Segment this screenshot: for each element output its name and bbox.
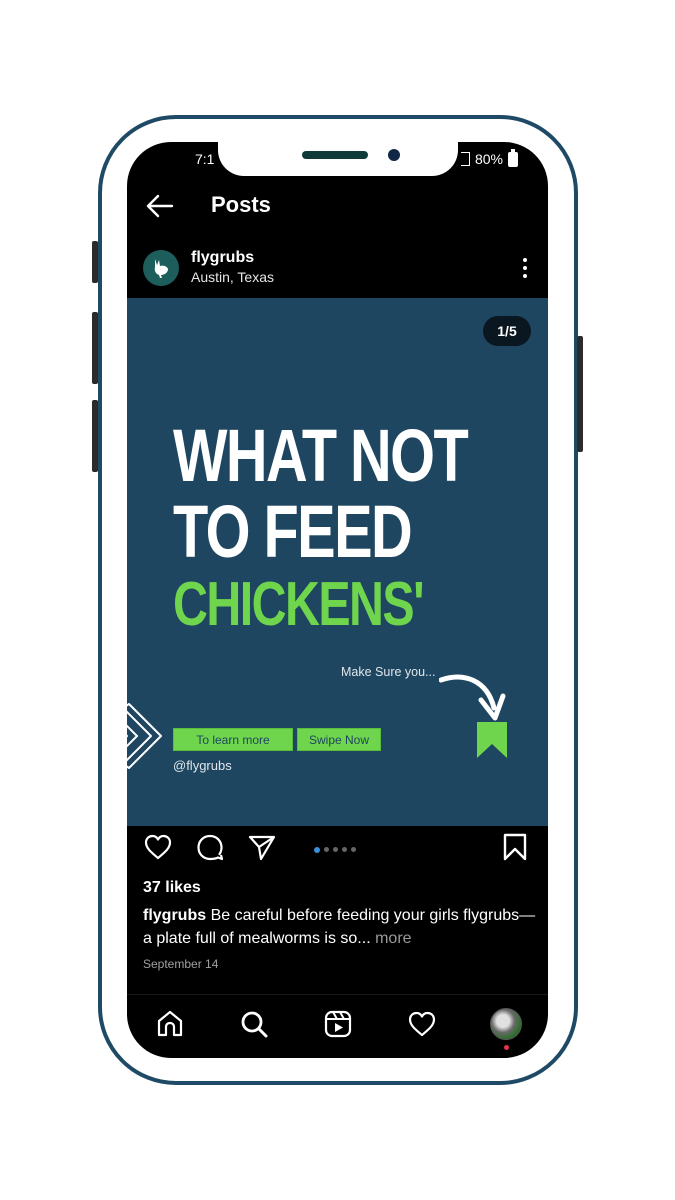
carousel-counter: 1/5 — [483, 316, 531, 346]
caption-username[interactable]: flygrubs — [143, 907, 206, 924]
carousel-dots — [314, 846, 356, 853]
signal-icon — [460, 152, 470, 166]
front-camera — [388, 149, 400, 161]
cta-swipe-now: Swipe Now — [297, 728, 381, 751]
notch-speaker — [302, 151, 368, 159]
post-location[interactable]: Austin, Texas — [191, 269, 274, 285]
image-handle: @flygrubs — [173, 758, 232, 773]
post-image[interactable]: 1/5 WHAT NOT TO FEED CHICKENS' Make Sure… — [127, 298, 548, 826]
account-avatar[interactable] — [143, 250, 179, 286]
post-caption: flygrubs Be careful before feeding your … — [143, 904, 538, 950]
like-heart-icon[interactable] — [143, 832, 173, 862]
chicken-logo-icon — [154, 259, 168, 278]
more-options-icon[interactable] — [520, 256, 530, 280]
side-button-power — [577, 336, 583, 452]
comment-icon[interactable] — [195, 832, 225, 862]
post-actions — [127, 832, 548, 874]
headline-line-3: CHICKENS' — [173, 570, 425, 639]
carousel-dot-2 — [324, 847, 329, 852]
phone-screen: 7:1 80% Posts flygrubs Austin, Texas 1/5… — [127, 142, 548, 1058]
likes-count[interactable]: 37 likes — [143, 879, 201, 897]
share-send-icon[interactable] — [247, 832, 277, 862]
status-time: 7:1 — [195, 151, 215, 167]
post-date: September 14 — [143, 957, 219, 971]
status-right: 80% — [460, 148, 518, 167]
cta-learn-more: To learn more — [173, 728, 293, 751]
double-chevron-icon — [127, 703, 162, 769]
headline-line-2: TO FEED — [173, 490, 413, 573]
headline-line-1: WHAT NOT — [173, 414, 469, 497]
search-icon[interactable] — [239, 1009, 269, 1039]
page-title: Posts — [211, 192, 271, 217]
carousel-dot-5 — [351, 847, 356, 852]
home-icon[interactable] — [155, 1009, 185, 1039]
post-username[interactable]: flygrubs — [191, 249, 254, 267]
battery-icon — [508, 148, 518, 167]
side-button-volume-up — [92, 312, 98, 384]
caption-more-link[interactable]: more — [371, 930, 411, 947]
top-header: Posts — [127, 186, 548, 226]
battery-percent: 80% — [474, 151, 503, 167]
phone-notch — [218, 139, 458, 176]
save-bookmark-icon[interactable] — [500, 832, 530, 862]
side-button-volume-down — [92, 400, 98, 472]
carousel-dot-4 — [342, 847, 347, 852]
post-header: flygrubs Austin, Texas — [127, 242, 548, 298]
side-button-mute — [92, 241, 98, 283]
carousel-dot-3 — [333, 847, 338, 852]
reels-icon[interactable] — [323, 1009, 353, 1039]
carousel-dot-1 — [314, 846, 320, 853]
notification-dot — [504, 1045, 509, 1050]
bottom-nav — [127, 994, 548, 1058]
back-arrow-icon[interactable] — [145, 192, 175, 220]
post-headline: WHAT NOT TO FEED CHICKENS' — [173, 414, 469, 640]
bookmark-graphic-icon — [477, 722, 507, 758]
activity-heart-icon[interactable] — [407, 1009, 437, 1039]
make-sure-text: Make Sure you... — [341, 665, 436, 679]
profile-avatar[interactable] — [490, 1008, 522, 1040]
curved-arrow-icon — [439, 674, 506, 721]
